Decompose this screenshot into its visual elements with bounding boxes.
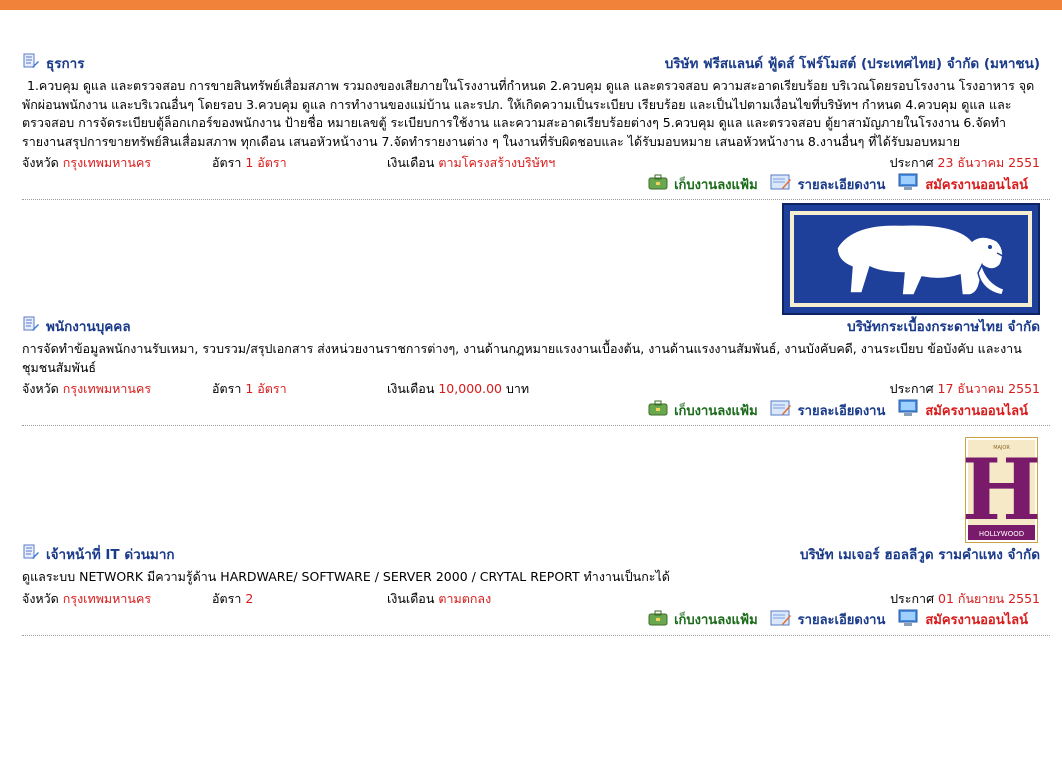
save-job-label: เก็บงานลงแฟ้ม bbox=[674, 177, 758, 193]
province-value: กรุงเทพมหานคร bbox=[62, 590, 152, 606]
job-title-link[interactable]: พนักงานบุคคล bbox=[22, 315, 131, 337]
job-meta: จังหวัด กรุงเทพมหานคร อัตรา 1 อัตรา เงิน… bbox=[22, 153, 1050, 173]
svg-text:H: H bbox=[965, 440, 1038, 539]
job-details-label: รายละเอียดงาน bbox=[797, 403, 886, 419]
company-logo-row bbox=[0, 200, 1062, 315]
job-actions: เก็บงานลงแฟ้ม รายละเอียดงาน สมัครงานออนไ… bbox=[22, 399, 1050, 421]
apply-online-button[interactable]: สมัครงานออนไลน์ bbox=[897, 609, 1028, 631]
computer-icon bbox=[897, 609, 919, 631]
job-document-icon bbox=[22, 316, 40, 336]
computer-icon bbox=[897, 173, 919, 195]
company-logo-row: MAJOR H HOLLYWOOD bbox=[0, 426, 1062, 543]
job-title-link[interactable]: ธุรการ bbox=[22, 52, 85, 74]
job-details-button[interactable]: รายละเอียดงาน bbox=[770, 609, 886, 630]
salary-label: เงินเดือน bbox=[387, 381, 435, 396]
salary-value: ตามโครงสร้างบริษัทฯ bbox=[438, 155, 556, 170]
svg-text:HOLLYWOOD: HOLLYWOOD bbox=[979, 530, 1024, 538]
province-label: จังหวัด bbox=[22, 381, 59, 396]
briefcase-icon bbox=[648, 610, 668, 630]
job-document-icon bbox=[22, 544, 40, 564]
job-listing: ธุรการ บริษัท ฟรีสแลนด์ ฟู้ดส์ โฟร์โมสต์… bbox=[22, 52, 1050, 195]
announced-label: ประกาศ bbox=[889, 381, 934, 396]
announced-label: ประกาศ bbox=[889, 155, 934, 170]
job-header: เจ้าหน้าที่ IT ด่วนมาก บริษัท เมเจอร์ ฮอ… bbox=[22, 543, 1050, 565]
job-details-button[interactable]: รายละเอียดงาน bbox=[770, 174, 886, 195]
briefcase-icon bbox=[648, 174, 668, 194]
rate-value: 2 bbox=[245, 590, 254, 606]
job-document-icon bbox=[22, 53, 40, 73]
announced-date: 01 กันยายน 2551 bbox=[938, 590, 1040, 606]
salary-label: เงินเดือน bbox=[387, 155, 435, 170]
apply-online-button[interactable]: สมัครงานออนไลน์ bbox=[897, 399, 1028, 421]
job-description: 1.ควบคุม ดูแล และตรวจสอบ การขายสินทรัพย์… bbox=[22, 78, 1035, 149]
salary-unit: บาท bbox=[505, 381, 530, 396]
job-title-text: พนักงานบุคคล bbox=[46, 319, 131, 335]
job-details-label: รายละเอียดงาน bbox=[797, 613, 886, 628]
salary-label: เงินเดือน bbox=[387, 590, 435, 606]
elephant-logo bbox=[782, 203, 1040, 315]
rate-label: อัตรา bbox=[212, 155, 242, 170]
job-header: ธุรการ บริษัท ฟรีสแลนด์ ฟู้ดส์ โฟร์โมสต์… bbox=[22, 52, 1050, 74]
job-listing: พนักงานบุคคล บริษัทกระเบื้องกระดาษไทย จำ… bbox=[22, 315, 1050, 421]
job-description: ดูแลระบบ NETWORK มีความรู้ด้าน HARDWARE/… bbox=[22, 569, 670, 584]
rate-label: อัตรา bbox=[212, 590, 242, 606]
save-job-label: เก็บงานลงแฟ้ม bbox=[674, 613, 758, 628]
job-details-button[interactable]: รายละเอียดงาน bbox=[770, 400, 886, 421]
province-value: กรุงเทพมหานคร bbox=[62, 155, 152, 170]
notepad-icon bbox=[770, 610, 792, 630]
hollywood-logo: MAJOR H HOLLYWOOD bbox=[962, 437, 1041, 543]
listing-divider bbox=[22, 634, 1050, 636]
save-job-label: เก็บงานลงแฟ้ม bbox=[674, 403, 758, 419]
computer-icon bbox=[897, 399, 919, 421]
salary-value: ตามตกลง bbox=[438, 590, 492, 606]
rate-label: อัตรา bbox=[212, 381, 242, 396]
job-listing: เจ้าหน้าที่ IT ด่วนมาก บริษัท เมเจอร์ ฮอ… bbox=[22, 543, 1050, 631]
rate-value: 1 อัตรา bbox=[245, 381, 287, 396]
announced-date: 23 ธันวาคม 2551 bbox=[937, 155, 1040, 170]
save-job-button[interactable]: เก็บงานลงแฟ้ม bbox=[648, 609, 758, 630]
job-header: พนักงานบุคคล บริษัทกระเบื้องกระดาษไทย จำ… bbox=[22, 315, 1050, 337]
top-accent-bar bbox=[0, 0, 1062, 10]
briefcase-icon bbox=[648, 400, 668, 420]
job-description: การจัดทำข้อมูลพนักงานรับเหมา, รวบรวม/สรุ… bbox=[22, 341, 1022, 375]
save-job-button[interactable]: เก็บงานลงแฟ้ม bbox=[648, 174, 758, 195]
apply-online-label: สมัครงานออนไลน์ bbox=[925, 177, 1028, 193]
rate-value: 1 อัตรา bbox=[245, 155, 287, 170]
announced-date: 17 ธันวาคม 2551 bbox=[937, 381, 1040, 396]
job-meta: จังหวัด กรุงเทพมหานคร อัตรา 2 เงินเดือน … bbox=[22, 589, 1050, 609]
province-label: จังหวัด bbox=[22, 590, 59, 606]
save-job-button[interactable]: เก็บงานลงแฟ้ม bbox=[648, 400, 758, 421]
apply-online-button[interactable]: สมัครงานออนไลน์ bbox=[897, 173, 1028, 195]
job-title-text: ธุรการ bbox=[46, 56, 85, 72]
job-actions: เก็บงานลงแฟ้ม รายละเอียดงาน สมัครงานออนไ… bbox=[22, 609, 1050, 631]
salary-value: 10,000.00 bbox=[438, 381, 502, 396]
company-name-link[interactable]: บริษัท เมเจอร์ ฮอลลีวูด รามคำแหง จำกัด bbox=[800, 543, 1050, 565]
job-details-label: รายละเอียดงาน bbox=[797, 177, 886, 193]
announced-label: ประกาศ bbox=[890, 590, 935, 606]
job-meta: จังหวัด กรุงเทพมหานคร อัตรา 1 อัตรา เงิน… bbox=[22, 379, 1050, 399]
notepad-icon bbox=[770, 400, 792, 420]
company-name-link[interactable]: บริษัท ฟรีสแลนด์ ฟู้ดส์ โฟร์โมสต์ (ประเท… bbox=[665, 52, 1050, 74]
job-title-text: เจ้าหน้าที่ IT ด่วนมาก bbox=[46, 547, 175, 563]
job-actions: เก็บงานลงแฟ้ม รายละเอียดงาน สมัครงานออนไ… bbox=[22, 173, 1050, 195]
company-name-link[interactable]: บริษัทกระเบื้องกระดาษไทย จำกัด bbox=[847, 315, 1050, 337]
apply-online-label: สมัครงานออนไลน์ bbox=[925, 613, 1028, 628]
notepad-icon bbox=[770, 174, 792, 194]
province-label: จังหวัด bbox=[22, 155, 59, 170]
apply-online-label: สมัครงานออนไลน์ bbox=[925, 403, 1028, 419]
province-value: กรุงเทพมหานคร bbox=[62, 381, 152, 396]
job-title-link[interactable]: เจ้าหน้าที่ IT ด่วนมาก bbox=[22, 543, 175, 565]
